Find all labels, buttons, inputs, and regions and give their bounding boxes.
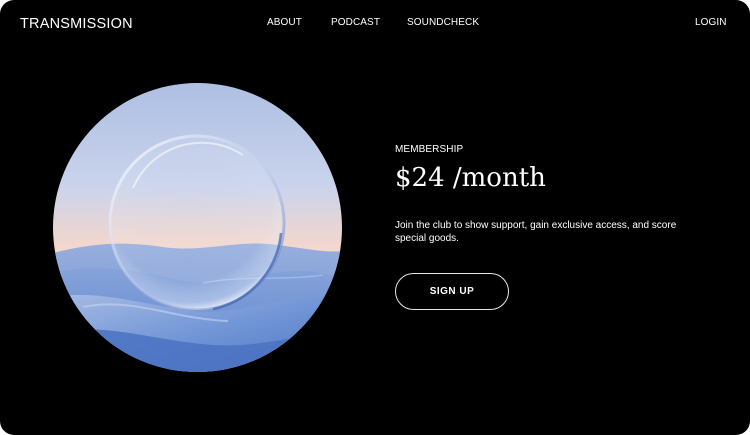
membership-price: $24 /month [395,163,546,193]
login-link[interactable]: LOGIN [695,16,727,30]
page-frame: TRANSMISSION ABOUT PODCAST SOUNDCHECK LO… [0,0,750,435]
membership-label: MEMBERSHIP [395,144,464,155]
sign-up-button[interactable]: SIGN UP [395,273,509,310]
glass-sphere-dunes-illustration [53,83,342,372]
nav-soundcheck[interactable]: SOUNDCHECK [407,16,479,30]
nav-podcast[interactable]: PODCAST [331,16,380,30]
main-nav: ABOUT PODCAST SOUNDCHECK LOGIN [0,16,750,30]
hero-image [53,83,342,372]
membership-description: Join the club to show support, gain excl… [395,220,677,244]
nav-about[interactable]: ABOUT [267,16,302,30]
